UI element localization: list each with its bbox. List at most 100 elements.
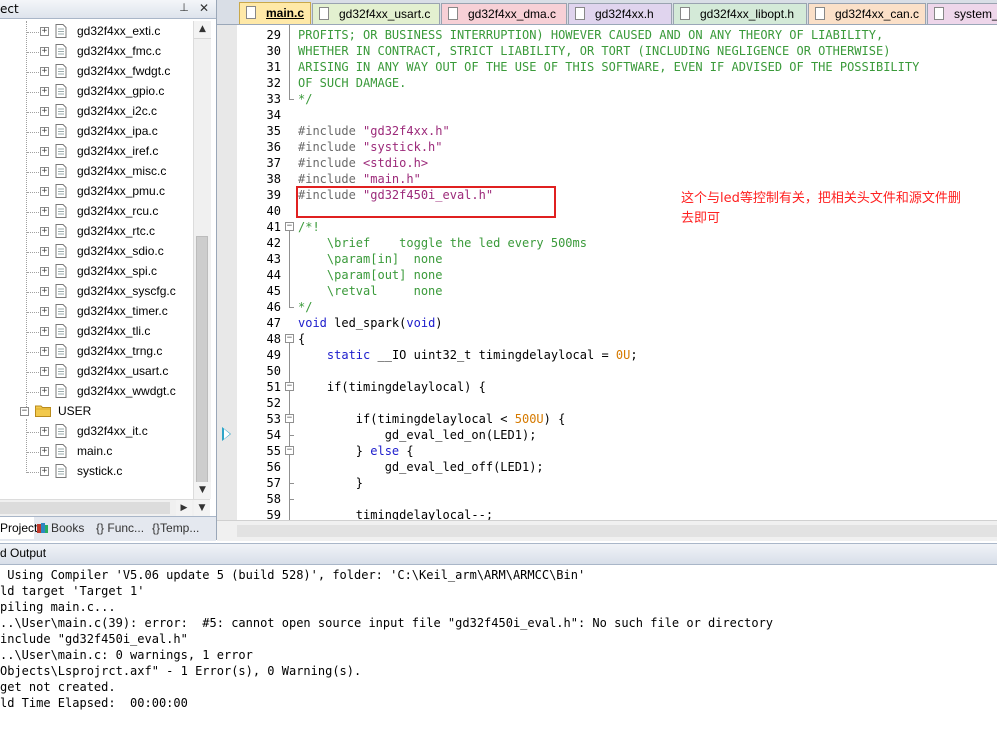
scroll-up-arrow-icon[interactable]: ▲ [194,21,211,39]
build-output-line[interactable]: ld Time Elapsed: 00:00:00 [0,695,188,711]
expand-icon[interactable]: + [40,127,49,136]
tree-file-item[interactable]: + gd32f4xx_ipa.c [0,121,192,141]
project-tree-horizontal-scrollbar[interactable]: ▶ ▼ [0,499,210,516]
tree-file-item[interactable]: + gd32f4xx_sdio.c [0,241,192,261]
expand-icon[interactable]: + [40,387,49,396]
tab-gd32f4xx-libopt-h[interactable]: gd32f4xx_libopt.h [673,3,807,24]
build-output-line[interactable]: ld target 'Target 1' [0,583,145,599]
expand-icon[interactable]: + [40,307,49,316]
expand-icon[interactable]: + [40,87,49,96]
tab-main-c[interactable]: main.c [239,2,311,24]
code-line[interactable]: if(timingdelaylocal) { [298,379,486,395]
tree-file-item[interactable]: + gd32f4xx_fwdgt.c [0,61,192,81]
tree-file-item[interactable]: + main.c [0,441,192,461]
scroll-right-arrow-icon[interactable]: ▶ [176,500,192,516]
tree-file-item[interactable]: + gd32f4xx_syscfg.c [0,281,192,301]
scroll-down-arrow-icon[interactable]: ▼ [194,500,210,516]
tree-file-item[interactable]: + gd32f4xx_gpio.c [0,81,192,101]
code-line[interactable]: \param[in] none [298,251,443,267]
code-line[interactable]: OF SUCH DAMAGE. [298,75,406,91]
code-line[interactable]: } [298,475,363,491]
scrollbar-thumb[interactable] [196,236,208,486]
expand-icon[interactable]: + [40,207,49,216]
tree-file-item[interactable]: + gd32f4xx_timer.c [0,301,192,321]
expand-icon[interactable]: + [40,287,49,296]
expand-icon[interactable]: + [40,347,49,356]
fold-toggle-icon[interactable]: − [285,382,294,391]
tab-books[interactable]: Books [36,517,90,539]
code-line[interactable]: \brief toggle the led every 500ms [298,235,587,251]
expand-icon[interactable]: + [40,187,49,196]
build-output-line[interactable]: ..\User\main.c(39): error: #5: cannot op… [0,615,773,631]
code-line[interactable]: WHETHER IN CONTRACT, STRICT LIABILITY, O… [298,43,890,59]
expand-icon[interactable]: + [40,447,49,456]
tab-system[interactable]: system_ [927,3,997,24]
expand-icon[interactable]: + [40,427,49,436]
tab-functions[interactable]: {} Func... [96,517,150,539]
code-line[interactable]: #include "gd32f4xx.h" [298,123,450,139]
code-line[interactable]: static __IO uint32_t timingdelaylocal = … [298,347,638,363]
tab-project[interactable]: Project [0,517,37,539]
editor-horizontal-scrollbar[interactable] [217,520,997,541]
tree-group-user[interactable]: − USER [0,401,192,421]
tree-file-item[interactable]: + gd32f4xx_exti.c [0,21,192,41]
tree-file-item[interactable]: + systick.c [0,461,192,481]
tree-file-item[interactable]: + gd32f4xx_fmc.c [0,41,192,61]
expand-icon[interactable]: + [40,467,49,476]
scroll-down-arrow-icon[interactable]: ▼ [194,482,211,499]
project-tree-vertical-scrollbar[interactable]: ▲ ▼ [193,21,211,499]
code-line[interactable]: if(timingdelaylocal < 500U) { [298,411,566,427]
code-line[interactable]: #include "main.h" [298,171,421,187]
code-line[interactable]: #include <stdio.h> [298,155,428,171]
expand-icon[interactable]: + [40,247,49,256]
tab-gd32f4xx-usart-c[interactable]: gd32f4xx_usart.c [312,3,440,24]
expand-icon[interactable]: + [40,327,49,336]
expand-icon[interactable]: + [40,27,49,36]
tree-file-item[interactable]: + gd32f4xx_spi.c [0,261,192,281]
expand-icon[interactable]: + [40,267,49,276]
fold-toggle-icon[interactable]: − [285,334,294,343]
code-line[interactable]: /*! [298,219,320,235]
code-line[interactable]: void led_spark(void) [298,315,443,331]
tree-file-item[interactable]: + gd32f4xx_it.c [0,421,192,441]
code-line[interactable]: { [298,331,305,347]
code-line[interactable]: #include "systick.h" [298,139,443,155]
pin-icon[interactable]: ⊥ [177,1,191,15]
tree-file-item[interactable]: + gd32f4xx_i2c.c [0,101,192,121]
fold-toggle-icon[interactable]: − [285,222,294,231]
expand-icon[interactable]: + [40,167,49,176]
code-line[interactable]: PROFITS; OR BUSINESS INTERRUPTION) HOWEV… [298,27,883,43]
editor-gutter[interactable] [217,25,237,520]
tree-file-item[interactable]: + gd32f4xx_iref.c [0,141,192,161]
expand-icon[interactable]: + [40,367,49,376]
tree-file-item[interactable]: + gd32f4xx_trng.c [0,341,192,361]
collapse-icon[interactable]: − [20,407,29,416]
tree-file-item[interactable]: + gd32f4xx_rtc.c [0,221,192,241]
build-output-line[interactable]: get not created. [0,679,116,695]
build-output-line[interactable]: Using Compiler 'V5.06 update 5 (build 52… [0,567,585,583]
scrollbar-thumb[interactable] [237,525,997,537]
build-output[interactable]: Using Compiler 'V5.06 update 5 (build 52… [0,566,997,746]
tab-gd32f4xx-can-c[interactable]: gd32f4xx_can.c [808,3,926,24]
code-line[interactable]: ARISING IN ANY WAY OUT OF THE USE OF THI… [298,59,919,75]
expand-icon[interactable]: + [40,107,49,116]
tab-gd32f4xx-dma-c[interactable]: gd32f4xx_dma.c [441,3,567,24]
expand-icon[interactable]: + [40,67,49,76]
tree-file-item[interactable]: + gd32f4xx_wwdgt.c [0,381,192,401]
tree-file-item[interactable]: + gd32f4xx_usart.c [0,361,192,381]
fold-toggle-icon[interactable]: − [285,446,294,455]
tree-file-item[interactable]: + gd32f4xx_misc.c [0,161,192,181]
close-icon[interactable]: ✕ [197,1,211,15]
tab-gd32f4xx-h[interactable]: gd32f4xx.h [568,3,672,24]
scrollbar-thumb[interactable] [0,502,170,514]
tab-templates[interactable]: {}Temp... [152,517,214,539]
code-line[interactable]: gd_eval_led_off(LED1); [298,459,544,475]
tree-file-item[interactable]: + gd32f4xx_tli.c [0,321,192,341]
build-output-line[interactable]: ..\User\main.c: 0 warnings, 1 error [0,647,253,663]
fold-margin[interactable]: − − − − − [283,25,297,520]
tree-file-item[interactable]: + gd32f4xx_pmu.c [0,181,192,201]
build-output-line[interactable]: include "gd32f450i_eval.h" [0,631,188,647]
code-line[interactable]: } else { [298,443,414,459]
fold-toggle-icon[interactable]: − [285,414,294,423]
code-line[interactable]: */ [298,91,312,107]
